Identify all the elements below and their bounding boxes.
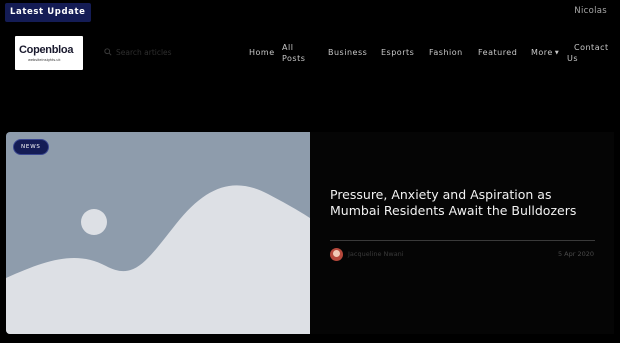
nav-all-posts[interactable]: All Posts [282,42,306,64]
post-date: 5 Apr 2020 [557,250,594,258]
search-icon[interactable] [104,48,112,56]
nav-more[interactable]: More ▼ [531,47,559,59]
user-name[interactable]: Nicolas [574,6,607,16]
nav-fashion[interactable]: Fashion [429,47,463,58]
author-name[interactable]: Jacqueline Nwani [348,250,404,258]
nav-contact-us[interactable]: Contact Us [567,42,613,64]
divider [330,240,595,241]
nav-esports[interactable]: Esports [381,47,414,58]
logo-name: Copenbloa [19,44,74,56]
featured-image-placeholder[interactable] [6,132,310,334]
search-box [104,46,214,59]
logo-tagline: websiteinsights.uk [28,58,61,62]
nav-featured[interactable]: Featured [478,47,517,58]
nav-business[interactable]: Business [328,47,367,58]
nav-home[interactable]: Home [249,47,275,58]
featured-headline[interactable]: Pressure, Anxiety and Aspiration as Mumb… [330,187,605,219]
image-placeholder-icon [6,185,310,334]
site-logo[interactable]: Copenbloa websiteinsights.uk [15,36,83,70]
category-badge[interactable]: NEWS [13,139,49,155]
featured-info-panel [310,132,614,334]
author-avatar[interactable] [330,248,343,261]
avatar-face [333,250,340,257]
latest-update-label: Latest Update [5,3,91,22]
top-bar: Latest Update Nicolas [0,0,620,26]
nav-more-label: More [531,48,553,57]
chevron-down-icon: ▼ [554,50,560,56]
search-input[interactable] [116,46,214,58]
